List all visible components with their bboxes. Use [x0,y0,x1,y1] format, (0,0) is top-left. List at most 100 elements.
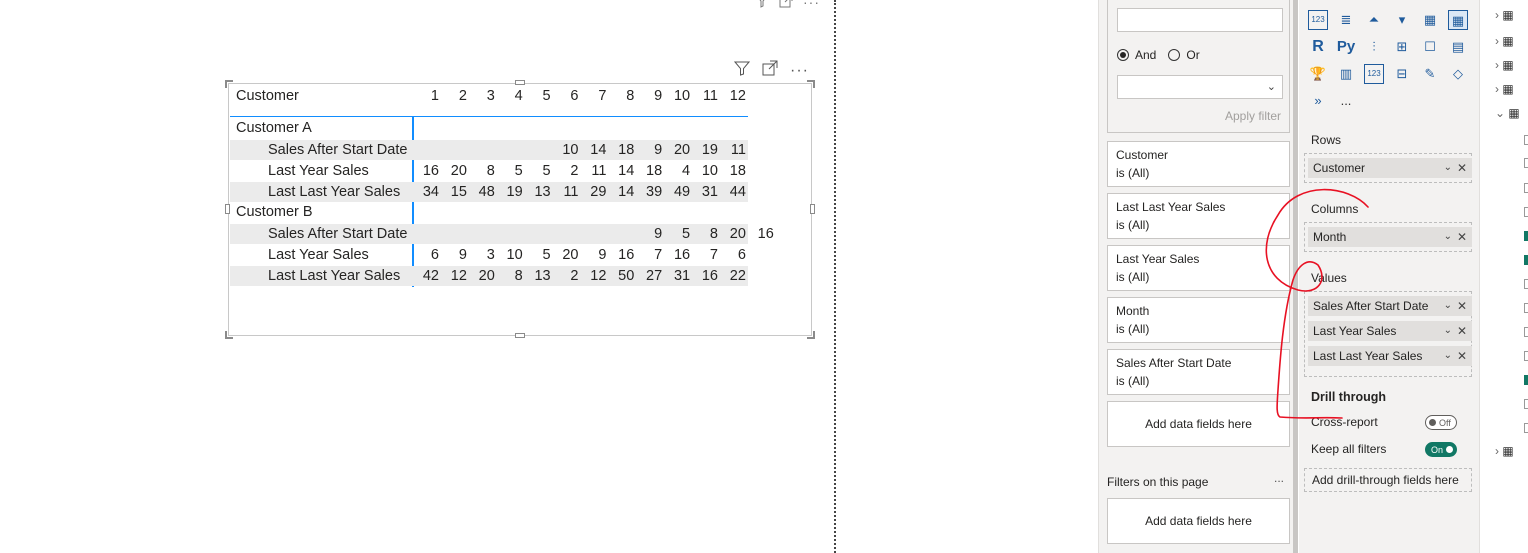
values-well[interactable]: Sales After Start Date ⌄ ✕ Last Year Sal… [1304,291,1472,377]
columns-field-month[interactable]: Month ⌄ ✕ [1308,227,1472,247]
table-icon[interactable]: ▦ [1420,10,1440,30]
add-page-filter-fields[interactable]: Add data fields here [1107,498,1290,544]
field-checkbox[interactable] [1524,207,1528,217]
matrix-value-cell[interactable]: 7 [692,247,718,263]
filter-card-last-year-sales[interactable]: Last Year Sales is (All) [1107,245,1290,291]
matrix-group-header[interactable]: Customer B [236,204,313,220]
field-checkbox[interactable] [1524,423,1528,433]
cross-report-toggle[interactable]: Off [1425,415,1457,430]
card-number-icon[interactable]: 123 [1308,10,1328,30]
field-checkbox[interactable] [1524,255,1528,265]
matrix-value-cell[interactable]: 2 [553,268,578,284]
more-options-icon[interactable]: ··· [803,0,820,11]
matrix-value-cell[interactable]: 9 [636,226,662,242]
filter-card-last-last-year-sales[interactable]: Last Last Year Sales is (All) [1107,193,1290,239]
visual-more-options-icon[interactable]: ··· [790,62,809,80]
field-table-row[interactable]: › ▦ [1495,34,1514,48]
field-checkbox[interactable] [1524,183,1528,193]
matrix-value-cell[interactable]: 11 [553,184,578,200]
r-visual-icon[interactable]: R [1308,37,1328,57]
filters-pane-scrollbar[interactable] [1293,0,1298,553]
matrix-value-cell[interactable]: 9 [441,247,467,263]
decomposition-tree-icon[interactable]: ⊞ [1392,37,1412,57]
matrix-value-cell[interactable]: 12 [441,268,467,284]
matrix-column-header[interactable]: 3 [469,88,495,104]
field-checkbox[interactable] [1524,135,1528,145]
matrix-value-cell[interactable]: 20 [469,268,495,284]
smart-narrative-icon[interactable]: ▤ [1448,37,1468,57]
matrix-value-cell[interactable]: 10 [553,142,578,158]
matrix-row-label[interactable]: Last Year Sales [268,247,369,263]
matrix-value-cell[interactable]: 10 [497,247,523,263]
field-checkbox[interactable] [1524,303,1528,313]
matrix-value-cell[interactable]: 6 [413,247,439,263]
slicer-icon[interactable]: ▾ [1392,10,1412,30]
matrix-value-cell[interactable]: 20 [720,226,746,242]
field-checkbox[interactable] [1524,399,1528,409]
paginated-report-icon[interactable]: ▥ [1336,64,1356,84]
rows-field-customer[interactable]: Customer ⌄ ✕ [1308,158,1472,178]
matrix-value-cell[interactable]: 14 [608,184,634,200]
visual-focus-mode-icon[interactable] [762,60,778,81]
report-canvas[interactable]: ··· ··· Customer 1 2 3 4 5 6 7 8 9 10 11 12 Custome… [0,0,1098,553]
values-field-last-year-sales[interactable]: Last Year Sales ⌄ ✕ [1308,321,1472,341]
matrix-value-cell[interactable]: 42 [413,268,439,284]
resize-handle-bottom[interactable] [515,333,525,338]
field-table-row[interactable]: › ▦ [1495,8,1514,22]
remove-field-icon[interactable]: ✕ [1457,321,1467,341]
more-visuals-icon[interactable]: ... [1336,91,1356,111]
field-checkbox[interactable] [1524,351,1528,361]
matrix-value-cell[interactable]: 15 [441,184,467,200]
matrix-value-cell[interactable]: 2 [553,163,578,179]
matrix-value-cell[interactable]: 31 [664,268,690,284]
matrix-value-cell[interactable]: 7 [636,247,662,263]
filter-icon[interactable] [755,0,769,11]
matrix-corner-header[interactable]: Customer [236,88,299,104]
rows-well[interactable]: Customer ⌄ ✕ [1304,153,1472,183]
matrix-value-cell[interactable]: 16 [608,247,634,263]
field-table-row[interactable]: › ▦ [1495,82,1514,96]
matrix-value-cell[interactable]: 22 [720,268,746,284]
resize-handle-right[interactable] [810,204,815,214]
remove-field-icon[interactable]: ✕ [1457,296,1467,316]
custom-visual-icon[interactable]: ✎ [1420,64,1440,84]
matrix-value-cell[interactable]: 14 [580,142,606,158]
matrix-column-header[interactable]: 5 [525,88,551,104]
matrix-value-cell[interactable]: 20 [441,163,467,179]
matrix-value-cell[interactable]: 10 [692,163,718,179]
matrix-value-cell[interactable]: 16 [413,163,439,179]
matrix-value-cell[interactable]: 18 [720,163,746,179]
matrix-value-cell[interactable]: 13 [525,184,550,200]
matrix-value-cell[interactable]: 11 [580,163,606,179]
qa-icon[interactable]: ☐ [1420,37,1440,57]
matrix-column-header[interactable]: 6 [553,88,578,104]
matrix-value-cell[interactable]: 50 [608,268,634,284]
field-table-row-expanded[interactable]: ⌄ ▦ [1495,106,1520,120]
matrix-value-cell[interactable]: 39 [636,184,662,200]
matrix-column-header[interactable]: 7 [580,88,606,104]
matrix-column-header[interactable]: 9 [636,88,662,104]
matrix-value-cell[interactable]: 44 [720,184,746,200]
matrix-value-cell[interactable]: 20 [664,142,690,158]
matrix-value-cell[interactable]: 13 [525,268,550,284]
add-drill-through-fields[interactable]: Add drill-through fields here [1304,468,1472,492]
matrix-value-cell[interactable]: 5 [497,163,523,179]
power-automate-icon[interactable]: ⊟ [1392,64,1412,84]
matrix-row-label[interactable]: Sales After Start Date [268,142,407,158]
matrix-value-cell[interactable]: 5 [525,163,551,179]
matrix-value-cell[interactable]: 19 [497,184,523,200]
metrics-icon[interactable]: 🏆 [1308,64,1328,84]
field-table-row[interactable]: › ▦ [1495,58,1514,72]
matrix-value-cell[interactable]: 18 [608,142,634,158]
field-table-row[interactable]: › ▦ [1495,444,1514,458]
matrix-column-header[interactable]: 11 [692,88,718,104]
matrix-icon[interactable]: ▦ [1448,10,1468,30]
kpi-icon[interactable]: ⏶ [1364,10,1384,30]
chevron-down-icon[interactable]: ⌄ [1444,321,1452,341]
filter-card-customer[interactable]: Customer is (All) [1107,141,1290,187]
matrix-column-header[interactable]: 8 [608,88,634,104]
resize-corner-bl[interactable] [225,331,233,339]
matrix-value-cell[interactable]: 8 [469,163,495,179]
matrix-value-cell[interactable]: 20 [553,247,578,263]
matrix-value-cell[interactable]: 9 [636,142,662,158]
